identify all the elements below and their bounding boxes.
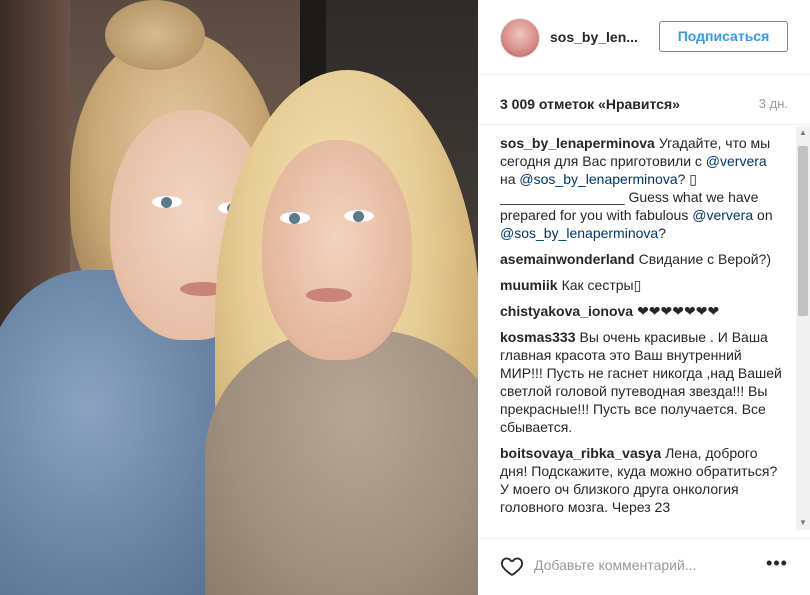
more-options-icon[interactable]: ••• [764,552,790,578]
comment-author[interactable]: sos_by_lenaperminova [500,135,655,151]
post-time[interactable]: 3 дн. [759,96,788,111]
scroll-up-arrow-icon[interactable]: ▲ [796,126,810,140]
scroll-down-arrow-icon[interactable]: ▼ [796,516,810,530]
comment-item: sos_by_lenaperminova Угадайте, что мы сег… [500,134,784,242]
comment-item: muumiik Как сестры▯ [500,276,784,294]
comment-item: boitsovaya_ribka_vasya Лена, доброго дня!… [500,444,784,516]
comment-input[interactable] [534,552,754,578]
comment-text: Как сестры▯ [561,277,642,293]
comment-item: chistyakova_ionova ❤❤❤❤❤❤❤ [500,302,784,320]
avatar[interactable] [500,18,540,58]
scrollbar-thumb[interactable] [798,146,808,316]
photo-lips [306,288,352,302]
author-username[interactable]: sos_by_len... [550,29,638,45]
mention-link[interactable]: @ververa [706,153,767,169]
post-photo[interactable] [0,0,478,595]
mention-link[interactable]: @sos_by_lenaperminova [500,225,658,241]
post-stats: 3 009 отметок «Нравится» 3 дн. [478,75,810,125]
heart-icon[interactable] [500,554,524,578]
comments-scrollbar[interactable]: ▲ ▼ [796,126,810,530]
comment-author[interactable]: muumiik [500,277,558,293]
likes-count[interactable]: 3 009 отметок «Нравится» [500,96,680,112]
photo-eye [280,212,310,224]
post-details-panel: sos_by_len... Подписаться 3 009 отметок … [478,0,810,595]
post-header: sos_by_len... Подписаться [478,0,810,75]
comment-composer: ••• [478,538,810,595]
comment-text: on [753,207,773,223]
mention-link[interactable]: @sos_by_lenaperminova [519,171,677,187]
comment-text: Свидание с Верой?) [638,251,771,267]
comment-author[interactable]: chistyakova_ionova [500,303,633,319]
comment-author[interactable]: asemainwonderland [500,251,635,267]
comment-item: asemainwonderland Свидание с Верой?) [500,250,784,268]
follow-button[interactable]: Подписаться [659,21,788,52]
comments-list: sos_by_lenaperminova Угадайте, что мы сег… [478,126,794,530]
comment-item: kosmas333 Вы очень красивые . И Ваша глав… [500,328,784,436]
photo-sweater [205,330,478,595]
comment-author[interactable]: kosmas333 [500,329,576,345]
photo-person-right-face [262,140,412,360]
photo-eye [152,196,182,208]
comment-text: ❤❤❤❤❤❤❤ [637,303,720,319]
comment-author[interactable]: boitsovaya_ribka_vasya [500,445,661,461]
comment-text: на [500,171,520,187]
mention-link[interactable]: @ververa [692,207,753,223]
photo-eye [344,210,374,222]
photo-person-left-bun [105,0,205,70]
comment-text: ? [658,225,666,241]
